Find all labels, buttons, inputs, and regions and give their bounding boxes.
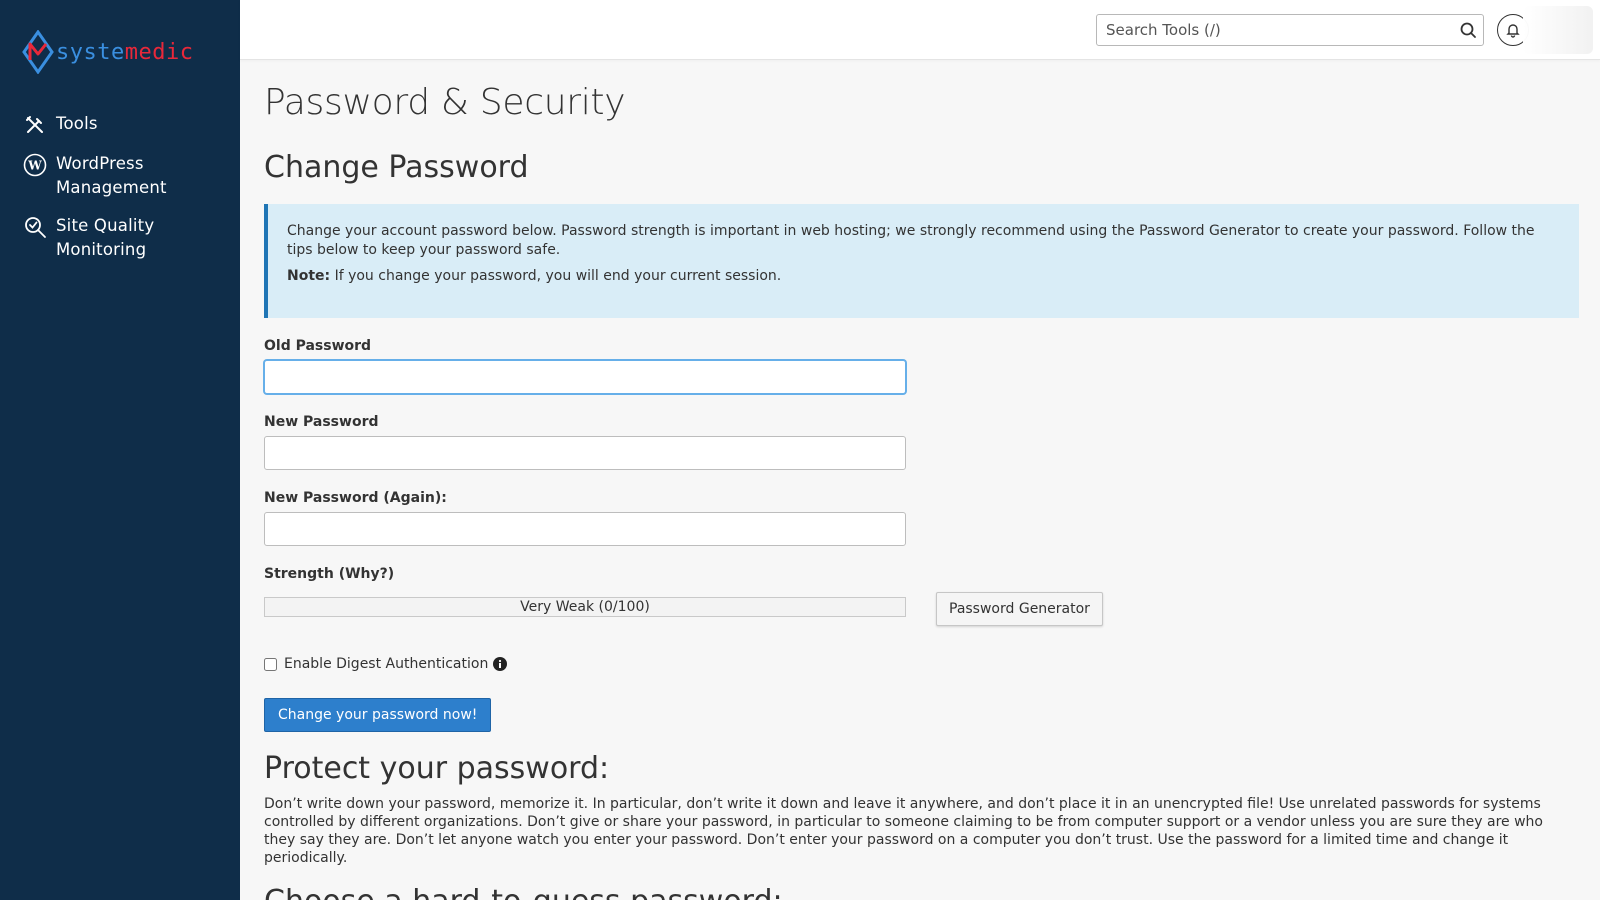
callout-text: Change your account password below. Pass… <box>287 223 1535 259</box>
svg-text:W: W <box>27 159 42 173</box>
sidebar-item-tools[interactable]: Tools <box>22 112 232 138</box>
sidebar-item-site-quality-monitoring[interactable]: Site Quality Monitoring <box>22 214 232 262</box>
page-title: Password & Security <box>264 82 626 123</box>
site-quality-icon <box>22 214 48 240</box>
section-title: Change Password <box>264 150 529 186</box>
old-password-label: Old Password <box>264 338 372 355</box>
brand-name: systemedic <box>56 39 194 65</box>
callout-note: Note: If you change your password, you w… <box>287 268 782 285</box>
tools-icon <box>22 112 48 138</box>
bell-icon <box>1506 24 1520 38</box>
search-icon[interactable] <box>1459 21 1477 39</box>
protect-password-text: Don’t write down your password, memorize… <box>264 795 1543 866</box>
info-callout: Change your account password below. Pass… <box>264 204 1579 319</box>
sidebar-item-label: Tools <box>56 114 98 133</box>
sidebar-item-wordpress-management[interactable]: W WordPress Management <box>22 152 232 200</box>
new-password-label: New Password <box>264 414 379 431</box>
user-avatar[interactable] <box>1523 6 1593 54</box>
strength-text: Very Weak (0/100) <box>520 599 650 616</box>
strength-label[interactable]: Strength (Why?) <box>264 566 1579 582</box>
search-box[interactable] <box>1096 14 1484 46</box>
choose-password-heading: Choose a hard-to-guess password: <box>264 884 1579 900</box>
new-password-again-label: New Password (Again): <box>264 490 447 507</box>
sidebar-nav: Tools W WordPress Management Site Quality… <box>22 112 232 276</box>
password-generator-button[interactable]: Password Generator <box>936 592 1103 627</box>
brand-logo[interactable]: systemedic <box>22 30 193 74</box>
old-password-field[interactable] <box>264 360 906 395</box>
wordpress-icon: W <box>22 152 48 178</box>
new-password-again-field[interactable] <box>264 512 906 547</box>
systemedic-logo-icon <box>22 30 54 74</box>
main-content: Password & Security Change Password Chan… <box>264 60 1579 900</box>
strength-meter: Very Weak (0/100) <box>264 597 906 618</box>
digest-auth-label[interactable]: Enable Digest Authentication <box>284 656 488 672</box>
digest-auth-row: Enable Digest Authentication <box>264 656 1579 672</box>
top-header <box>240 0 1600 60</box>
strength-row: Very Weak (0/100) Password Generator <box>264 588 1579 627</box>
search-input[interactable] <box>1097 15 1437 45</box>
sidebar: systemedic Tools W WordPressManagement <box>0 0 240 900</box>
protect-password-heading: Protect your password: <box>264 751 610 787</box>
new-password-field[interactable] <box>264 436 906 471</box>
change-password-button[interactable]: Change your password now! <box>264 698 492 733</box>
info-icon[interactable] <box>493 657 508 672</box>
digest-auth-checkbox[interactable] <box>264 657 277 671</box>
sidebar-item-label: Site Quality Monitoring <box>56 216 155 259</box>
sidebar-item-label: WordPress Management <box>56 154 167 197</box>
